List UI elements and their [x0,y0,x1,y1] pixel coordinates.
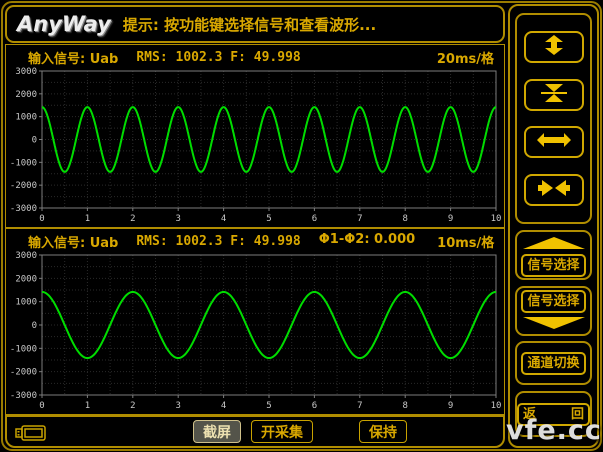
hint-text: 提示: 按功能键选择信号和查看波形... [123,14,376,35]
svg-text:1000: 1000 [15,298,37,308]
waveform-chart-2: -3000 -2000 -1000 0 1000 2000 3000 0 1 2 3 4 5 6 7 8 9 10 [6,251,504,416]
compress-horizontal-button[interactable] [524,174,584,206]
expand-vertical-icon [536,34,572,60]
usb-drive-icon [15,424,47,446]
svg-text:0: 0 [32,136,37,146]
svg-text:8: 8 [402,401,407,411]
svg-text:2: 2 [130,214,135,224]
svg-text:8: 8 [402,214,407,224]
svg-text:2000: 2000 [15,90,37,100]
signal-select-down-group: 信号选择 [515,286,592,336]
signal-select-up-button[interactable]: 信号选择 [521,254,585,277]
panel2-header: 输入信号: Uab RMS: 1002.3 F: 49.998 Φ1-Φ2: 0… [6,229,504,251]
input-signal-label: 输入信号: Uab [28,48,118,67]
start-acquisition-button[interactable]: 开采集 [251,420,313,443]
svg-text:4: 4 [221,214,226,224]
timebase-label: 10ms/格 [437,232,494,251]
anyway-logo: AnyWay [17,12,111,36]
svg-text:7: 7 [357,214,362,224]
svg-text:2: 2 [130,401,135,411]
expand-vertical-button[interactable] [524,31,584,63]
compress-horizontal-icon [536,177,572,203]
analyzer-screen: AnyWay 提示: 按功能键选择信号和查看波形... 输入信号: Uab RM… [0,0,603,452]
expand-horizontal-icon [536,129,572,155]
svg-text:-3000: -3000 [10,391,37,401]
compress-vertical-icon [536,82,572,108]
svg-text:-2000: -2000 [10,368,37,378]
svg-text:10: 10 [491,214,502,224]
svg-text:2000: 2000 [15,274,37,284]
svg-text:1: 1 [85,214,90,224]
svg-text:6: 6 [312,214,317,224]
zoom-button-group [515,13,592,224]
svg-text:6: 6 [312,401,317,411]
svg-text:0: 0 [32,321,37,331]
svg-text:3000: 3000 [15,251,37,261]
svg-text:9: 9 [448,214,453,224]
title-bar: AnyWay 提示: 按功能键选择信号和查看波形... [5,5,505,43]
waveform-panel-2: 输入信号: Uab RMS: 1002.3 F: 49.998 Φ1-Φ2: 0… [5,228,505,415]
triangle-down-icon [523,314,585,333]
svg-text:3000: 3000 [15,67,37,77]
input-signal-label: 输入信号: Uab [28,232,118,251]
svg-text:0: 0 [39,401,44,411]
bottom-toolbar: 截屏 开采集 保持 [5,415,505,448]
expand-horizontal-button[interactable] [524,126,584,158]
svg-text:4: 4 [221,401,226,411]
svg-text:3: 3 [175,214,180,224]
svg-text:-1000: -1000 [10,344,37,354]
sidebar: 信号选择 信号选择 通道切换 返 回 [508,4,599,448]
svg-text:1: 1 [85,401,90,411]
svg-text:3: 3 [175,401,180,411]
signal-select-down-button[interactable]: 信号选择 [521,290,585,313]
signal-select-up-group: 信号选择 [515,230,592,280]
phase-readout: Φ1-Φ2: 0.000 [319,232,415,251]
compress-vertical-button[interactable] [524,79,584,111]
svg-text:0: 0 [39,214,44,224]
panel1-header: 输入信号: Uab RMS: 1002.3 F: 49.998 20ms/格 [6,45,504,67]
svg-text:-2000: -2000 [10,181,37,191]
waveform-panel-1: 输入信号: Uab RMS: 1002.3 F: 49.998 20ms/格 -… [5,44,505,228]
svg-text:5: 5 [266,401,271,411]
hold-button[interactable]: 保持 [359,420,407,443]
rms-freq-readout: RMS: 1002.3 F: 49.998 [136,234,300,249]
channel-switch-button[interactable]: 通道切换 [521,352,585,375]
waveform-plot: -3000 -2000 -1000 0 1000 2000 3000 0 1 2 3 4 5 6 7 8 9 10 [6,251,504,412]
svg-text:1000: 1000 [15,113,37,123]
svg-text:5: 5 [266,214,271,224]
rms-freq-readout: RMS: 1002.3 F: 49.998 [136,50,300,65]
channel-switch-group: 通道切换 [515,341,592,385]
screenshot-button[interactable]: 截屏 [193,420,241,443]
svg-text:-3000: -3000 [10,204,37,214]
svg-text:10: 10 [491,401,502,411]
svg-text:7: 7 [357,401,362,411]
svg-text:-1000: -1000 [10,158,37,168]
triangle-up-icon [523,234,585,253]
watermark: vfe.cc [506,415,602,446]
timebase-label: 20ms/格 [437,48,494,67]
waveform-plot: -3000 -2000 -1000 0 1000 2000 3000 0 1 2 3 4 5 6 7 8 9 10 [6,67,504,225]
svg-text:9: 9 [448,401,453,411]
waveform-chart-1: -3000 -2000 -1000 0 1000 2000 3000 0 1 2 3 4 5 6 7 8 9 10 [6,67,504,229]
